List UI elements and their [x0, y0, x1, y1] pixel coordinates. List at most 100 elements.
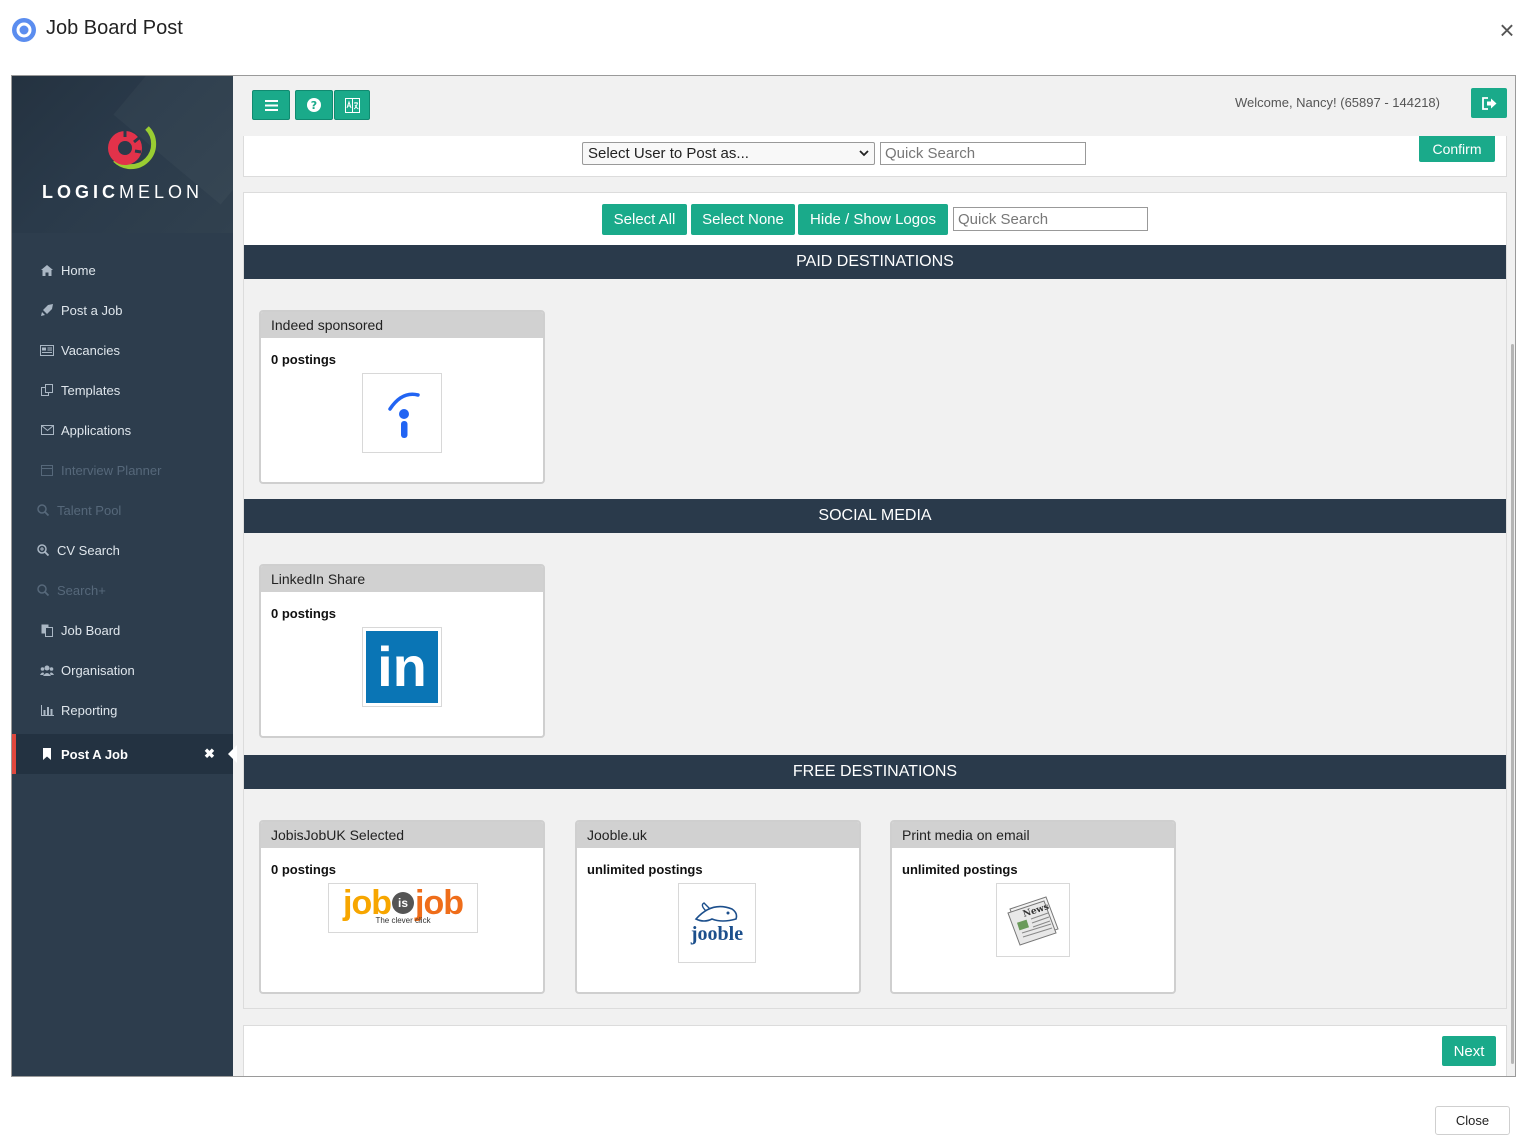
sidebar-item-search-plus: Search+ [12, 570, 233, 610]
card-title: JobisJobUK Selected [261, 822, 543, 848]
welcome-text: Welcome, Nancy! (65897 - 144218) [1235, 95, 1440, 110]
search-plus-icon [35, 543, 51, 557]
card-title: Jooble.uk [577, 822, 859, 848]
sidebar-item-label: Templates [61, 382, 121, 398]
section-header-free: FREE DESTINATIONS [244, 755, 1506, 789]
destination-card-indeed[interactable]: Indeed sponsored 0 postings [259, 310, 545, 484]
home-icon [39, 263, 55, 277]
section-body-free: JobisJobUK Selected 0 postings job is jo… [244, 789, 1506, 1008]
user-select-value: Select User to Post as... [588, 145, 749, 162]
help-icon: ? [307, 98, 321, 112]
svg-text:?: ? [311, 99, 317, 112]
sidebar-item-reporting[interactable]: Reporting [12, 690, 233, 730]
sidebar-item-label: Post a Job [61, 302, 123, 318]
sidebar-item-templates[interactable]: Templates [12, 370, 233, 410]
sidebar-item-home[interactable]: Home [12, 250, 233, 290]
confirm-button[interactable]: Confirm [1419, 136, 1495, 162]
sidebar-item-organisation[interactable]: Organisation [12, 650, 233, 690]
section-header-paid: PAID DESTINATIONS [244, 245, 1506, 279]
card-title: Print media on email [892, 822, 1174, 848]
jobisjob-logo-mid: is [392, 892, 414, 914]
section-header-social: SOCIAL MEDIA [244, 499, 1506, 533]
sidebar-item-talent-pool: Talent Pool [12, 490, 233, 530]
sidebar-item-label: Talent Pool [57, 502, 122, 518]
bookmark-icon [39, 747, 55, 761]
user-select[interactable]: Select User to Post as... [582, 142, 875, 165]
brand-area: LOGICMELON [12, 76, 233, 233]
search-icon [35, 583, 51, 597]
card-postings: 0 postings [271, 606, 337, 621]
sidebar-item-vacancies[interactable]: Vacancies [12, 330, 233, 370]
jobisjob-logo-left: job [343, 884, 392, 922]
section-body-paid: Indeed sponsored 0 postings [244, 279, 1506, 499]
newspaper-logo: News [996, 883, 1070, 957]
envelope-icon [39, 423, 55, 437]
jobisjob-tagline: The clever click [375, 916, 431, 925]
close-tab-icon[interactable]: ✖ [204, 746, 215, 762]
destination-card-jooble[interactable]: Jooble.uk unlimited postings jooble [575, 820, 861, 994]
bar-chart-icon [39, 703, 55, 717]
hamburger-icon [264, 99, 278, 111]
sidebar-tab-post-a-job[interactable]: Post A Job ✖ [12, 734, 237, 774]
sidebar-item-job-board[interactable]: Job Board [12, 610, 233, 650]
destinations-panel: Select All Select None Hide / Show Logos… [243, 192, 1507, 1009]
close-button[interactable]: Close [1435, 1106, 1510, 1135]
card-postings: unlimited postings [587, 862, 703, 877]
card-title: LinkedIn Share [261, 566, 543, 592]
sidebar-item-applications[interactable]: Applications [12, 410, 233, 450]
users-icon [39, 663, 55, 677]
file-copy-icon [39, 623, 55, 637]
jobisjob-logo-right: job [415, 884, 464, 922]
newspaper-icon [39, 343, 55, 357]
top-bar: ? Welcome, Nancy! (65897 - 144218) [233, 76, 1515, 136]
indeed-logo [362, 373, 442, 453]
user-search-input[interactable] [880, 142, 1086, 165]
destinations-toolbar: Select All Select None Hide / Show Logos [244, 193, 1506, 245]
rocket-icon [39, 303, 55, 317]
dialog-close-icon[interactable]: × [1495, 17, 1516, 43]
sidebar-item-label: Job Board [61, 622, 121, 638]
linkedin-logo-icon: in [366, 631, 438, 703]
brand-wordmark: LOGICMELON [41, 182, 203, 202]
logout-button[interactable] [1471, 88, 1507, 118]
sidebar-item-label: Reporting [61, 702, 118, 718]
select-all-button[interactable]: Select All [602, 204, 687, 235]
sidebar-nav: Home Post a Job Vacancies Templates Appl… [12, 250, 237, 774]
destinations-search-input[interactable] [953, 207, 1148, 231]
destination-card-linkedin[interactable]: LinkedIn Share 0 postings in [259, 564, 545, 738]
jobisjob-logo: job is job The clever click [328, 883, 478, 933]
sidebar-item-cv-search[interactable]: CV Search [12, 530, 233, 570]
content-scrollbar[interactable] [1511, 344, 1514, 1064]
sidebar-item-label: Interview Planner [61, 462, 162, 478]
calendar-icon [39, 463, 55, 477]
destination-card-print-media[interactable]: Print media on email unlimited postings … [890, 820, 1176, 994]
sidebar-item-label: Vacancies [61, 342, 121, 358]
sidebar-item-post-a-job[interactable]: Post a Job [12, 290, 233, 330]
sidebar-item-interview-planner: Interview Planner [12, 450, 233, 490]
app-logo-icon [12, 18, 36, 42]
menu-button[interactable] [252, 90, 290, 120]
jooble-wordmark: jooble [690, 922, 744, 945]
dialog-header: Job Board Post × [0, 0, 1516, 62]
sidebar-item-label: Organisation [61, 662, 135, 678]
help-button[interactable]: ? [295, 90, 333, 120]
sign-out-icon [1481, 96, 1496, 110]
select-none-button[interactable]: Select None [691, 204, 795, 235]
jooble-logo: jooble [678, 883, 756, 963]
card-title: Indeed sponsored [261, 312, 543, 338]
sidebar-item-label: Search+ [57, 582, 106, 598]
next-button[interactable]: Next [1442, 1036, 1496, 1066]
sidebar-item-label: CV Search [57, 542, 120, 558]
language-button[interactable] [334, 90, 370, 120]
card-postings: unlimited postings [902, 862, 1018, 877]
card-postings: 0 postings [271, 862, 337, 877]
logicmelon-logo-icon [108, 126, 157, 170]
dialog-title: Job Board Post [46, 17, 183, 39]
post-as-panel: Select User to Post as... Confirm [243, 136, 1507, 177]
newspaper-icon: News [1007, 896, 1059, 946]
sidebar-item-label: Home [61, 262, 96, 278]
linkedin-logo: in [362, 627, 442, 707]
hide-show-logos-button[interactable]: Hide / Show Logos [798, 204, 948, 235]
destination-card-jobisjob[interactable]: JobisJobUK Selected 0 postings job is jo… [259, 820, 545, 994]
card-postings: 0 postings [271, 352, 337, 367]
